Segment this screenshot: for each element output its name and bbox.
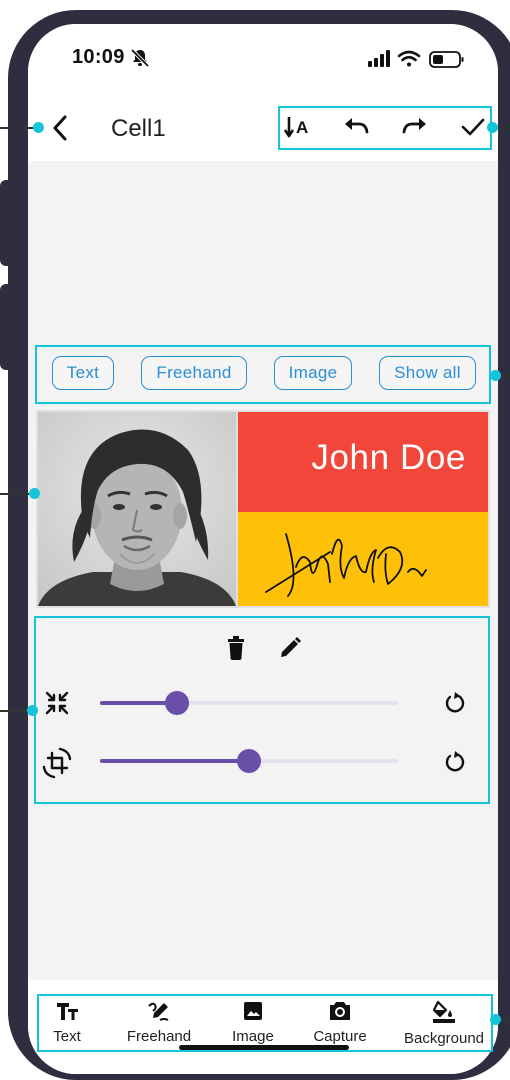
annotation-dot bbox=[490, 1014, 501, 1025]
bell-muted-icon bbox=[130, 48, 150, 68]
name-cell[interactable]: John Doe bbox=[238, 412, 488, 512]
phone-side-button bbox=[0, 284, 14, 370]
annotation-dot bbox=[29, 488, 40, 499]
cell-card[interactable]: John Doe bbox=[36, 410, 490, 608]
phone-side-button bbox=[0, 180, 14, 266]
status-time: 10:09 bbox=[72, 46, 125, 68]
signal-icon bbox=[368, 50, 390, 67]
bottom-nav-highlight bbox=[37, 994, 493, 1052]
signature-drawing bbox=[265, 533, 427, 597]
name-text: John Doe bbox=[311, 438, 466, 477]
app-screen: 10:09 Cell1 A Text Freehand Image Show a… bbox=[28, 24, 498, 1074]
toolbar-highlight bbox=[278, 106, 492, 150]
portrait-image bbox=[38, 412, 236, 606]
back-arrow-icon[interactable] bbox=[48, 114, 72, 142]
annotation-line bbox=[0, 127, 36, 129]
chips-highlight bbox=[35, 345, 491, 404]
annotation-line bbox=[0, 710, 30, 712]
annotation-dot bbox=[27, 705, 38, 716]
controls-highlight bbox=[34, 616, 490, 804]
wifi-icon bbox=[397, 50, 421, 67]
signature-cell[interactable] bbox=[238, 512, 488, 606]
portrait-photo[interactable] bbox=[38, 412, 236, 606]
page-title: Cell1 bbox=[111, 115, 166, 142]
annotation-dot bbox=[487, 122, 498, 133]
annotation-dot bbox=[33, 122, 44, 133]
battery-icon bbox=[429, 51, 464, 68]
annotation-line bbox=[0, 493, 32, 495]
annotation-dot bbox=[490, 370, 501, 381]
system-status-icons bbox=[368, 50, 464, 68]
annotation-line bbox=[496, 127, 510, 129]
